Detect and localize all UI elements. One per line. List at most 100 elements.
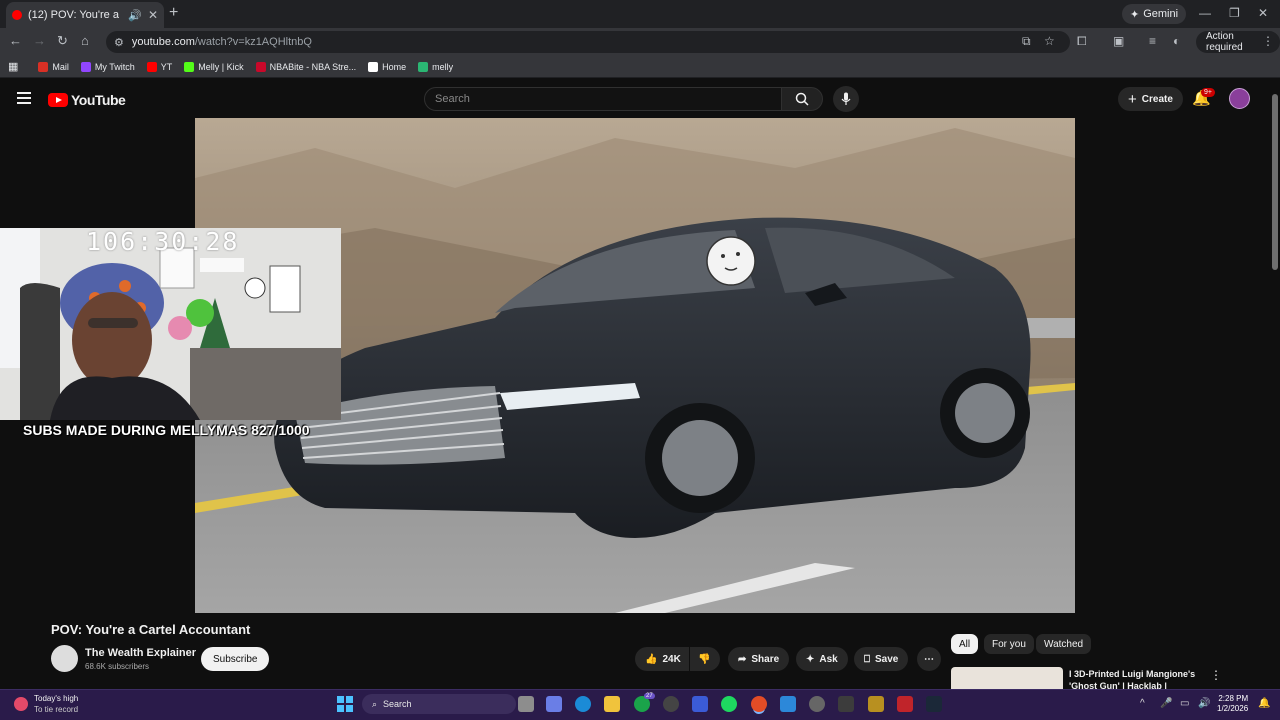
- chip-for-you[interactable]: For you: [984, 634, 1034, 654]
- chip-all[interactable]: All: [951, 634, 979, 654]
- ask-button[interactable]: ✦ Ask: [796, 647, 848, 671]
- dislike-button[interactable]: 👎: [690, 647, 720, 671]
- account-avatar[interactable]: [1229, 88, 1250, 109]
- bookmark-label: Melly | Kick: [198, 61, 244, 72]
- file-explorer-icon[interactable]: [604, 696, 620, 712]
- reload-icon[interactable]: ↻: [57, 33, 68, 49]
- gemini-button[interactable]: ✦ Gemini: [1122, 4, 1187, 24]
- forward-icon[interactable]: →: [33, 33, 46, 48]
- create-label: Create: [1141, 93, 1173, 105]
- voice-search-button[interactable]: [833, 86, 859, 112]
- subs-goal-text: SUBS MADE DURING MELLYMAS 827/1000: [23, 422, 310, 438]
- system-clock[interactable]: 2:28 PM 1/2/2026: [1217, 694, 1248, 714]
- search-icon: [795, 92, 809, 106]
- recommendation-thumbnail[interactable]: [951, 667, 1063, 689]
- extensions-icon[interactable]: ⧠: [1077, 34, 1087, 49]
- volume-icon[interactable]: 🔊: [1198, 698, 1210, 709]
- bookmark-label: NBABite - NBA Stre...: [269, 61, 357, 72]
- bookmark-mail[interactable]: Mail: [38, 61, 69, 72]
- more-actions-button[interactable]: ⋯: [917, 647, 941, 671]
- browser-tab[interactable]: (12) POV: You're a Cartel Ac 🔊 ✕: [6, 2, 164, 28]
- chip-watched[interactable]: Watched: [1036, 634, 1092, 654]
- notification-center-icon[interactable]: 🔔: [1258, 698, 1270, 709]
- youtube-logo-text: YouTube: [71, 92, 126, 108]
- close-window-button[interactable]: ✕: [1258, 6, 1268, 20]
- bookmark-twitch[interactable]: My Twitch: [80, 61, 135, 72]
- mail-icon: [38, 61, 49, 72]
- close-tab-icon[interactable]: ✕: [148, 8, 158, 22]
- recommendation-more-icon[interactable]: ⋮: [1210, 668, 1222, 682]
- bookmarks-bar: ▦ Mail My Twitch YT Melly | Kick NBABite…: [0, 56, 1280, 78]
- network-icon[interactable]: ▭: [1180, 698, 1189, 709]
- obs-icon[interactable]: [663, 696, 679, 712]
- share-button[interactable]: ➦ Share: [728, 647, 790, 671]
- app-badge: 27: [644, 693, 655, 699]
- bookmark-star-icon[interactable]: ☆: [1044, 34, 1055, 48]
- like-button[interactable]: 👍 24K: [635, 647, 689, 671]
- search-input[interactable]: Search: [424, 87, 782, 111]
- nba-icon: [255, 61, 266, 72]
- hamburger-menu-icon[interactable]: [17, 92, 31, 104]
- copilot-icon[interactable]: [546, 696, 562, 712]
- new-tab-button[interactable]: +: [169, 4, 178, 22]
- bookmark-nbabite[interactable]: NBABite - NBA Stre...: [255, 61, 357, 72]
- store-icon[interactable]: [692, 696, 708, 712]
- reading-list-icon[interactable]: ≡: [1149, 34, 1156, 48]
- back-icon[interactable]: ←: [9, 33, 22, 48]
- create-button[interactable]: + Create: [1118, 87, 1183, 111]
- bookmark-home[interactable]: Home: [368, 61, 406, 72]
- terminal-icon[interactable]: [838, 696, 854, 712]
- bookmark-kick[interactable]: Melly | Kick: [184, 61, 244, 72]
- site-info-icon[interactable]: ⚙: [114, 36, 124, 49]
- install-icon[interactable]: ⧉: [1022, 34, 1031, 49]
- bookmark-yt[interactable]: YT: [146, 61, 172, 72]
- audio-icon[interactable]: 🔊: [128, 9, 142, 22]
- gemini-label: Gemini: [1143, 8, 1179, 20]
- bookmark-label: melly: [432, 61, 454, 72]
- browser-tab-strip: [0, 0, 1280, 28]
- weather-subtitle: To tie record: [34, 705, 79, 714]
- thumbs-up-icon: 👍: [645, 653, 658, 665]
- minimize-button[interactable]: —: [1199, 6, 1211, 20]
- taskbar-search[interactable]: ⌕ Search: [362, 694, 516, 714]
- bookmark-melly[interactable]: melly: [418, 61, 454, 72]
- youtube-logo[interactable]: YouTube: [48, 92, 126, 108]
- recommendation-title[interactable]: I 3D-Printed Luigi Mangione's 'Ghost Gun…: [1069, 668, 1199, 690]
- apps-grid-icon[interactable]: ▦: [8, 60, 18, 73]
- microphone-tray-icon[interactable]: 🎤: [1160, 698, 1172, 709]
- address-bar[interactable]: ⚙ youtube.com/watch?v=kz1AQHltnbQ: [106, 31, 1070, 53]
- task-view-icon[interactable]: [518, 696, 534, 712]
- clock-date: 1/2/2026: [1217, 704, 1249, 713]
- photos-icon[interactable]: [780, 696, 796, 712]
- like-count: 24K: [662, 653, 681, 665]
- save-button[interactable]: ⎕ Save: [854, 647, 909, 671]
- weather-widget[interactable]: Today's high To tie record: [14, 693, 78, 715]
- search-button[interactable]: [781, 87, 823, 111]
- chrome-menu-icon[interactable]: ⋮: [1262, 34, 1274, 48]
- tray-chevron-icon[interactable]: ^: [1140, 698, 1145, 709]
- taskbar-search-label: Search: [383, 699, 412, 709]
- bookmark-label: My Twitch: [94, 61, 135, 72]
- steam-icon[interactable]: [926, 696, 942, 712]
- capcut-icon[interactable]: [868, 696, 884, 712]
- youtube-play-icon: [48, 93, 68, 107]
- profile-icon[interactable]: ◐: [1173, 34, 1180, 48]
- windows-start-icon[interactable]: [337, 696, 353, 712]
- home-icon[interactable]: ⌂: [81, 33, 89, 48]
- edge-icon[interactable]: [575, 696, 591, 712]
- more-horizontal-icon: ⋯: [924, 653, 934, 665]
- maximize-button[interactable]: ❐: [1229, 6, 1240, 20]
- save-label: Save: [875, 653, 899, 665]
- acrobat-icon[interactable]: [897, 696, 913, 712]
- tab-search-icon[interactable]: ▣: [1113, 34, 1124, 48]
- subscribe-button[interactable]: Subscribe: [201, 647, 270, 671]
- scrollbar-thumb[interactable]: [1272, 94, 1278, 270]
- weather-title: Today's high: [34, 694, 79, 703]
- channel-avatar[interactable]: [51, 645, 78, 672]
- media-player-icon[interactable]: [809, 696, 825, 712]
- spotify-icon[interactable]: [721, 696, 737, 712]
- channel-name[interactable]: The Wealth Explainer: [85, 647, 196, 659]
- chrome-taskbar-icon[interactable]: [751, 696, 767, 712]
- microphone-icon: [841, 92, 851, 105]
- notification-count-badge: 9+: [1201, 88, 1215, 97]
